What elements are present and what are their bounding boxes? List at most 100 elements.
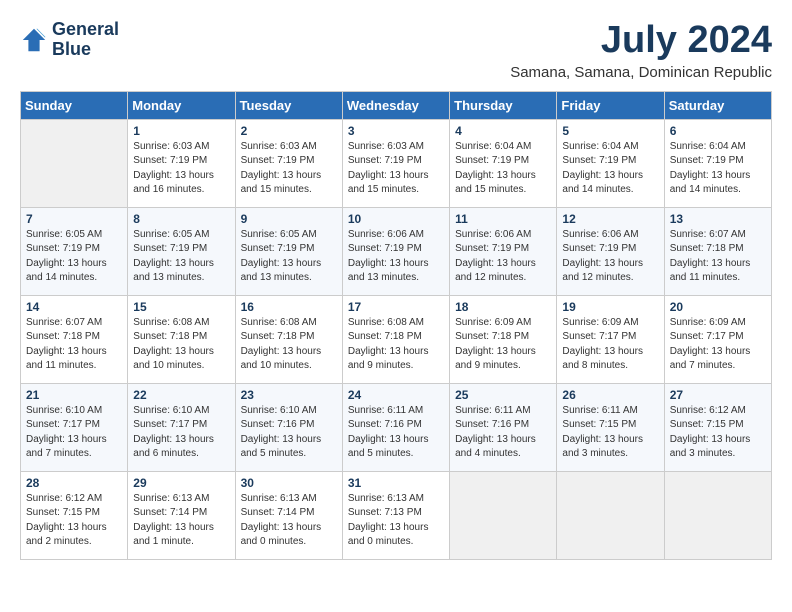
day-info: Sunrise: 6:09 AM Sunset: 7:17 PM Dayligh… bbox=[670, 316, 766, 374]
calendar-cell: 24 Sunrise: 6:11 AM Sunset: 7:16 PM Dayli… bbox=[342, 383, 449, 471]
day-info: Sunrise: 6:12 AM Sunset: 7:15 PM Dayligh… bbox=[26, 492, 122, 550]
day-info: Sunrise: 6:09 AM Sunset: 7:18 PM Dayligh… bbox=[455, 316, 551, 374]
day-info: Sunrise: 6:13 AM Sunset: 7:14 PM Dayligh… bbox=[133, 492, 229, 550]
week-row-5: 28 Sunrise: 6:12 AM Sunset: 7:15 PM Dayli… bbox=[21, 471, 772, 559]
calendar-cell bbox=[664, 471, 771, 559]
day-info: Sunrise: 6:05 AM Sunset: 7:19 PM Dayligh… bbox=[241, 228, 337, 286]
day-info: Sunrise: 6:06 AM Sunset: 7:19 PM Dayligh… bbox=[348, 228, 444, 286]
calendar-cell: 16Sunrise: 6:08 AM Sunset: 7:18 PM Dayli… bbox=[235, 295, 342, 383]
day-number: 10 bbox=[348, 212, 444, 226]
day-number: 11 bbox=[455, 212, 551, 226]
calendar-cell: 25 Sunrise: 6:11 AM Sunset: 7:16 PM Dayli… bbox=[450, 383, 557, 471]
calendar-cell: 10 Sunrise: 6:06 AM Sunset: 7:19 PM Dayli… bbox=[342, 207, 449, 295]
day-number: 14 bbox=[26, 300, 122, 314]
day-number: 1 bbox=[133, 124, 229, 138]
day-number: 24 bbox=[348, 388, 444, 402]
day-info: Sunrise: 6:03 AM Sunset: 7:19 PM Dayligh… bbox=[348, 140, 444, 198]
day-info: Sunrise: 6:13 AM Sunset: 7:14 PM Dayligh… bbox=[241, 492, 337, 550]
calendar-cell: 3 Sunrise: 6:03 AM Sunset: 7:19 PM Daylig… bbox=[342, 119, 449, 207]
logo-text: General Blue bbox=[52, 20, 119, 60]
day-info: Sunrise: 6:04 AM Sunset: 7:19 PM Dayligh… bbox=[455, 140, 551, 198]
day-info: Sunrise: 6:08 AM Sunset: 7:18 PM Dayligh… bbox=[241, 316, 337, 374]
day-number: 26 bbox=[562, 388, 658, 402]
subtitle: Samana, Samana, Dominican Republic bbox=[510, 64, 772, 81]
calendar-cell: 26 Sunrise: 6:11 AM Sunset: 7:15 PM Dayli… bbox=[557, 383, 664, 471]
logo: General Blue bbox=[20, 20, 119, 60]
calendar-cell: 23Sunrise: 6:10 AM Sunset: 7:16 PM Dayli… bbox=[235, 383, 342, 471]
calendar-cell: 21Sunrise: 6:10 AM Sunset: 7:17 PM Dayli… bbox=[21, 383, 128, 471]
day-number: 31 bbox=[348, 476, 444, 490]
calendar-cell: 20 Sunrise: 6:09 AM Sunset: 7:17 PM Dayli… bbox=[664, 295, 771, 383]
day-info: Sunrise: 6:10 AM Sunset: 7:17 PM Dayligh… bbox=[26, 404, 122, 462]
day-number: 19 bbox=[562, 300, 658, 314]
day-number: 25 bbox=[455, 388, 551, 402]
day-number: 9 bbox=[241, 212, 337, 226]
day-info: Sunrise: 6:08 AM Sunset: 7:18 PM Dayligh… bbox=[133, 316, 229, 374]
calendar-cell: 4 Sunrise: 6:04 AM Sunset: 7:19 PM Daylig… bbox=[450, 119, 557, 207]
month-title: July 2024 bbox=[510, 20, 772, 62]
day-header-friday: Friday bbox=[557, 91, 664, 119]
calendar-cell: 11 Sunrise: 6:06 AM Sunset: 7:19 PM Dayli… bbox=[450, 207, 557, 295]
calendar-cell bbox=[450, 471, 557, 559]
day-info: Sunrise: 6:11 AM Sunset: 7:15 PM Dayligh… bbox=[562, 404, 658, 462]
week-row-4: 21Sunrise: 6:10 AM Sunset: 7:17 PM Dayli… bbox=[21, 383, 772, 471]
day-number: 17 bbox=[348, 300, 444, 314]
day-number: 2 bbox=[241, 124, 337, 138]
calendar-cell: 13Sunrise: 6:07 AM Sunset: 7:18 PM Dayli… bbox=[664, 207, 771, 295]
calendar-cell: 22Sunrise: 6:10 AM Sunset: 7:17 PM Dayli… bbox=[128, 383, 235, 471]
day-info: Sunrise: 6:06 AM Sunset: 7:19 PM Dayligh… bbox=[455, 228, 551, 286]
calendar-cell: 27Sunrise: 6:12 AM Sunset: 7:15 PM Dayli… bbox=[664, 383, 771, 471]
day-header-wednesday: Wednesday bbox=[342, 91, 449, 119]
logo-icon bbox=[20, 26, 48, 54]
calendar-cell: 2Sunrise: 6:03 AM Sunset: 7:19 PM Daylig… bbox=[235, 119, 342, 207]
calendar-cell: 19 Sunrise: 6:09 AM Sunset: 7:17 PM Dayli… bbox=[557, 295, 664, 383]
day-number: 12 bbox=[562, 212, 658, 226]
day-header-tuesday: Tuesday bbox=[235, 91, 342, 119]
day-header-saturday: Saturday bbox=[664, 91, 771, 119]
calendar-cell bbox=[557, 471, 664, 559]
week-row-3: 14Sunrise: 6:07 AM Sunset: 7:18 PM Dayli… bbox=[21, 295, 772, 383]
calendar-cell: 9 Sunrise: 6:05 AM Sunset: 7:19 PM Daylig… bbox=[235, 207, 342, 295]
day-number: 6 bbox=[670, 124, 766, 138]
day-header-sunday: Sunday bbox=[21, 91, 128, 119]
day-number: 5 bbox=[562, 124, 658, 138]
day-number: 15 bbox=[133, 300, 229, 314]
day-info: Sunrise: 6:05 AM Sunset: 7:19 PM Dayligh… bbox=[26, 228, 122, 286]
day-info: Sunrise: 6:11 AM Sunset: 7:16 PM Dayligh… bbox=[455, 404, 551, 462]
header-row: SundayMondayTuesdayWednesdayThursdayFrid… bbox=[21, 91, 772, 119]
day-number: 28 bbox=[26, 476, 122, 490]
day-number: 4 bbox=[455, 124, 551, 138]
calendar-cell: 31Sunrise: 6:13 AM Sunset: 7:13 PM Dayli… bbox=[342, 471, 449, 559]
week-row-2: 7Sunrise: 6:05 AM Sunset: 7:19 PM Daylig… bbox=[21, 207, 772, 295]
day-number: 30 bbox=[241, 476, 337, 490]
calendar-cell: 17 Sunrise: 6:08 AM Sunset: 7:18 PM Dayli… bbox=[342, 295, 449, 383]
calendar-cell: 5 Sunrise: 6:04 AM Sunset: 7:19 PM Daylig… bbox=[557, 119, 664, 207]
day-number: 29 bbox=[133, 476, 229, 490]
day-info: Sunrise: 6:05 AM Sunset: 7:19 PM Dayligh… bbox=[133, 228, 229, 286]
calendar-cell: 1Sunrise: 6:03 AM Sunset: 7:19 PM Daylig… bbox=[128, 119, 235, 207]
calendar-cell: 15 Sunrise: 6:08 AM Sunset: 7:18 PM Dayli… bbox=[128, 295, 235, 383]
day-info: Sunrise: 6:08 AM Sunset: 7:18 PM Dayligh… bbox=[348, 316, 444, 374]
calendar-cell: 29 Sunrise: 6:13 AM Sunset: 7:14 PM Dayli… bbox=[128, 471, 235, 559]
calendar-cell bbox=[21, 119, 128, 207]
calendar-cell: 18 Sunrise: 6:09 AM Sunset: 7:18 PM Dayli… bbox=[450, 295, 557, 383]
day-info: Sunrise: 6:11 AM Sunset: 7:16 PM Dayligh… bbox=[348, 404, 444, 462]
day-number: 22 bbox=[133, 388, 229, 402]
day-info: Sunrise: 6:07 AM Sunset: 7:18 PM Dayligh… bbox=[670, 228, 766, 286]
calendar-cell: 28 Sunrise: 6:12 AM Sunset: 7:15 PM Dayli… bbox=[21, 471, 128, 559]
week-row-1: 1 Sunrise: 6:03 AM Sunset: 7:19 PM Daylig… bbox=[21, 119, 772, 207]
page-header: General Blue July 2024 Samana, Samana, D… bbox=[20, 20, 772, 81]
day-info: Sunrise: 6:09 AM Sunset: 7:17 PM Dayligh… bbox=[562, 316, 658, 374]
calendar-cell: 30 Sunrise: 6:13 AM Sunset: 7:14 PM Dayli… bbox=[235, 471, 342, 559]
calendar-cell: 7Sunrise: 6:05 AM Sunset: 7:19 PM Daylig… bbox=[21, 207, 128, 295]
calendar-cell: 8Sunrise: 6:05 AM Sunset: 7:19 PM Daylig… bbox=[128, 207, 235, 295]
day-info: Sunrise: 6:10 AM Sunset: 7:16 PM Dayligh… bbox=[241, 404, 337, 462]
day-number: 27 bbox=[670, 388, 766, 402]
calendar-cell: 14Sunrise: 6:07 AM Sunset: 7:18 PM Dayli… bbox=[21, 295, 128, 383]
day-number: 20 bbox=[670, 300, 766, 314]
calendar-table: SundayMondayTuesdayWednesdayThursdayFrid… bbox=[20, 91, 772, 560]
day-number: 3 bbox=[348, 124, 444, 138]
day-number: 18 bbox=[455, 300, 551, 314]
day-info: Sunrise: 6:04 AM Sunset: 7:19 PM Dayligh… bbox=[562, 140, 658, 198]
day-info: Sunrise: 6:04 AM Sunset: 7:19 PM Dayligh… bbox=[670, 140, 766, 198]
